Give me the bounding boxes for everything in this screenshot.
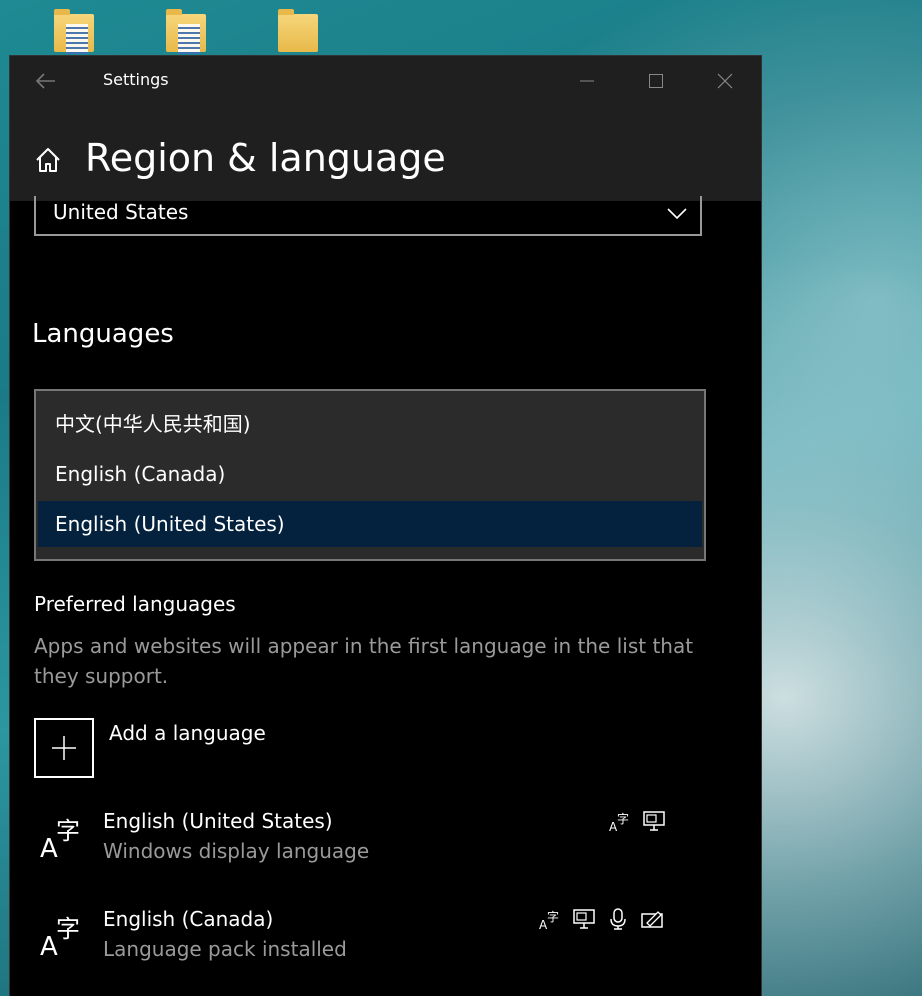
language-dropdown-list[interactable]: 中文(中华人民共和国) English (Canada) English (Un… bbox=[34, 389, 706, 561]
language-icon: A 字 bbox=[40, 915, 80, 959]
language-list-item[interactable]: A 字 English (United States) Windows disp… bbox=[34, 809, 724, 879]
speech-icon bbox=[610, 908, 626, 930]
language-pack-icon: A 字 bbox=[539, 909, 559, 931]
svg-text:字: 字 bbox=[617, 811, 629, 826]
back-arrow-icon bbox=[35, 73, 55, 89]
preferred-languages-heading: Preferred languages bbox=[34, 592, 236, 616]
close-button[interactable] bbox=[690, 56, 760, 106]
country-value: United States bbox=[53, 200, 189, 224]
home-icon[interactable] bbox=[33, 145, 63, 175]
add-language-label[interactable]: Add a language bbox=[109, 721, 266, 745]
language-features: A 字 bbox=[608, 809, 666, 833]
svg-text:字: 字 bbox=[56, 915, 80, 943]
maximize-button[interactable] bbox=[621, 56, 691, 106]
language-pack-icon: A 字 bbox=[609, 811, 629, 833]
language-status: Windows display language bbox=[103, 839, 370, 863]
display-language-icon bbox=[573, 909, 595, 929]
settings-window: Settings Region & language United States… bbox=[10, 56, 761, 996]
desktop-folder-icon[interactable] bbox=[162, 8, 210, 58]
minimize-icon bbox=[580, 80, 594, 82]
language-status: Language pack installed bbox=[103, 937, 347, 961]
desktop-folder-icon[interactable] bbox=[274, 8, 322, 58]
maximize-icon bbox=[649, 74, 663, 88]
settings-content: United States Languages 中文(中华人民共和国) Engl… bbox=[10, 196, 761, 996]
minimize-button[interactable] bbox=[552, 56, 622, 106]
title-bar: Settings bbox=[10, 56, 761, 106]
handwriting-icon bbox=[641, 911, 663, 928]
svg-text:字: 字 bbox=[56, 817, 80, 845]
language-option[interactable]: English (Canada) bbox=[38, 451, 702, 497]
language-name: English (Canada) bbox=[103, 907, 274, 931]
preferred-languages-description: Apps and websites will appear in the fir… bbox=[34, 634, 694, 688]
chevron-down-icon bbox=[667, 208, 687, 220]
language-features: A 字 bbox=[538, 907, 664, 931]
page-header: Region & language bbox=[10, 106, 761, 201]
language-icon: A 字 bbox=[40, 817, 80, 861]
back-button[interactable] bbox=[30, 66, 62, 96]
language-name: English (United States) bbox=[103, 809, 333, 833]
language-option-selected[interactable]: English (United States) bbox=[38, 501, 702, 547]
window-title: Settings bbox=[103, 70, 169, 89]
language-option[interactable]: 中文(中华人民共和国) bbox=[38, 401, 702, 447]
add-language-button[interactable] bbox=[34, 718, 94, 778]
desktop-folder-icon[interactable] bbox=[50, 8, 98, 58]
svg-text:字: 字 bbox=[547, 909, 559, 924]
languages-heading: Languages bbox=[32, 319, 174, 349]
page-title: Region & language bbox=[85, 136, 446, 180]
country-dropdown[interactable]: United States bbox=[34, 196, 702, 236]
display-language-icon bbox=[643, 811, 665, 831]
language-list-item[interactable]: A 字 English (Canada) Language pack insta… bbox=[34, 907, 724, 977]
plus-icon bbox=[52, 736, 76, 760]
close-icon bbox=[717, 73, 733, 89]
